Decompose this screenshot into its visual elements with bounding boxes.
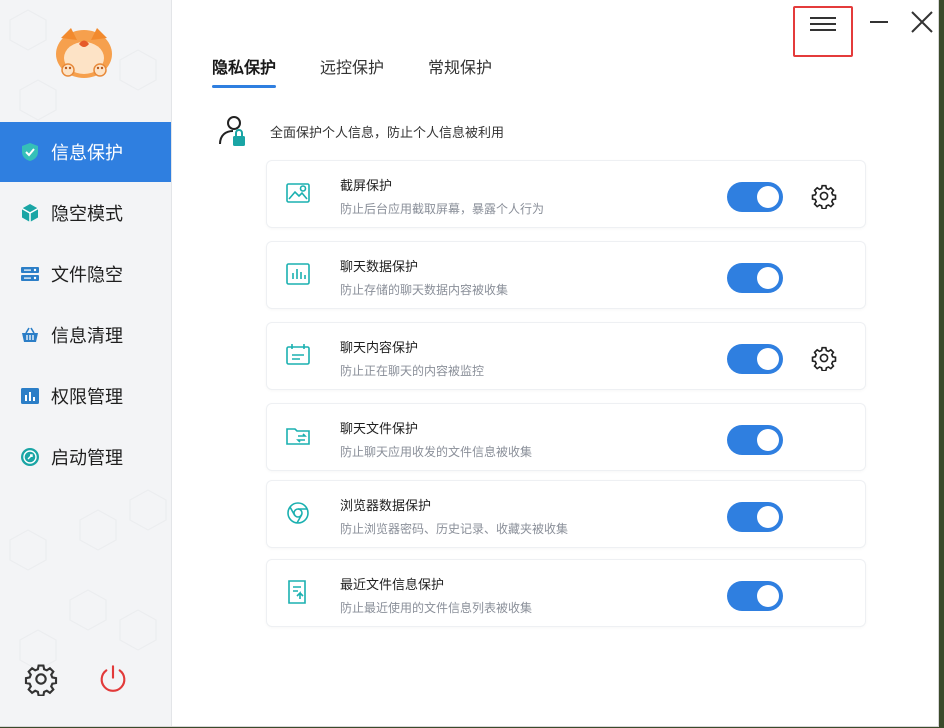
sidebar-item-permission[interactable]: 权限管理 (0, 366, 171, 426)
card-title: 浏览器数据保护 (340, 499, 432, 514)
folder-transfer-icon (286, 428, 310, 445)
browser-icon (287, 502, 309, 524)
gear-icon[interactable] (811, 183, 837, 209)
chat-calendar-icon (286, 344, 310, 365)
main-panel: 隐私保护 远控保护 常规保护 全面保护个人信息，防止个人信息被利用 截屏保护 防… (172, 0, 938, 726)
tab-remote-protection[interactable]: 远控保护 (320, 54, 384, 88)
card-description: 防止最近使用的文件信息列表被收集 (340, 601, 533, 615)
sidebar-item-label: 启动管理 (51, 448, 123, 469)
rocket-circle-icon (20, 447, 40, 467)
sidebar-item-label: 权限管理 (51, 387, 123, 408)
power-icon (100, 665, 126, 692)
sidebar-item-label: 信息清理 (51, 326, 123, 347)
user-lock-icon (219, 116, 245, 146)
gear-icon (24, 664, 58, 696)
card-chat-data-protection: 聊天数据保护 防止存储的聊天数据内容被收集 (266, 241, 866, 309)
chat-chart-icon (286, 263, 310, 285)
minimize-icon (870, 21, 888, 23)
tab-general-protection[interactable]: 常规保护 (428, 54, 492, 88)
chat-content-protection-toggle[interactable] (727, 344, 783, 374)
section-header: 全面保护个人信息，防止个人信息被利用 (216, 114, 504, 148)
browser-data-protection-toggle[interactable] (727, 502, 783, 532)
card-title: 截屏保护 (340, 179, 393, 194)
sidebar-item-info-clean[interactable]: 信息清理 (0, 305, 171, 365)
card-browser-data-protection: 浏览器数据保护 防止浏览器密码、历史记录、收藏夹被收集 (266, 480, 866, 548)
sidebar: 信息保护 隐空模式 文件隐空 信息清理 权限管理 启动管理 (0, 0, 172, 726)
sidebar-item-private-mode[interactable]: 隐空模式 (0, 183, 171, 243)
screenshot-protection-toggle[interactable] (727, 182, 783, 212)
screenshot-image-icon (286, 183, 310, 203)
card-title: 聊天内容保护 (340, 341, 419, 356)
settings-button[interactable] (21, 655, 61, 703)
hamburger-menu-icon (810, 17, 836, 31)
minimize-button[interactable] (867, 10, 891, 34)
sidebar-item-label: 隐空模式 (51, 204, 123, 225)
card-chat-content-protection: 聊天内容保护 防止正在聊天的内容被监控 (266, 322, 866, 390)
section-description: 全面保护个人信息，防止个人信息被利用 (270, 125, 505, 141)
sidebar-nav: 信息保护 隐空模式 文件隐空 信息清理 权限管理 启动管理 (0, 122, 171, 488)
sidebar-item-file-hide[interactable]: 文件隐空 (0, 244, 171, 304)
recent-file-icon (288, 580, 306, 604)
basket-icon (20, 325, 40, 345)
card-chat-file-protection: 聊天文件保护 防止聊天应用收发的文件信息被收集 (266, 403, 866, 471)
sidebar-item-label: 信息保护 (51, 143, 123, 164)
card-screenshot-protection: 截屏保护 防止后台应用截取屏幕，暴露个人行为 (266, 160, 866, 228)
sidebar-item-label: 文件隐空 (51, 265, 123, 286)
card-description: 防止后台应用截取屏幕，暴露个人行为 (340, 202, 545, 216)
card-recent-file-protection: 最近文件信息保护 防止最近使用的文件信息列表被收集 (266, 559, 866, 627)
app-window: 信息保护 隐空模式 文件隐空 信息清理 权限管理 启动管理 隐私保护 远控保护 … (0, 0, 939, 727)
shield-check-icon (20, 142, 40, 162)
recent-file-protection-toggle[interactable] (727, 581, 783, 611)
card-title: 聊天数据保护 (340, 260, 419, 275)
sidebar-item-startup[interactable]: 启动管理 (0, 427, 171, 487)
card-description: 防止聊天应用收发的文件信息被收集 (340, 445, 533, 459)
sidebar-bottom (0, 655, 171, 703)
tab-bar: 隐私保护 远控保护 常规保护 (212, 54, 536, 90)
card-title: 最近文件信息保护 (340, 578, 445, 593)
card-title: 聊天文件保护 (340, 422, 419, 437)
card-description: 防止存储的聊天数据内容被收集 (340, 283, 509, 297)
card-description: 防止正在聊天的内容被监控 (340, 364, 485, 378)
card-description: 防止浏览器密码、历史记录、收藏夹被收集 (340, 522, 569, 536)
close-button[interactable] (908, 8, 936, 36)
server-icon (20, 264, 40, 284)
close-icon (911, 11, 933, 33)
sidebar-item-info-protection[interactable]: 信息保护 (0, 122, 171, 182)
cube-icon (20, 203, 40, 223)
chart-bars-icon (20, 386, 40, 406)
tab-privacy-protection[interactable]: 隐私保护 (212, 54, 277, 88)
menu-button[interactable] (793, 6, 853, 57)
app-logo (56, 28, 112, 78)
chat-data-protection-toggle[interactable] (727, 263, 783, 293)
power-button[interactable] (93, 655, 133, 703)
chat-file-protection-toggle[interactable] (727, 425, 783, 455)
gear-icon[interactable] (811, 345, 837, 371)
